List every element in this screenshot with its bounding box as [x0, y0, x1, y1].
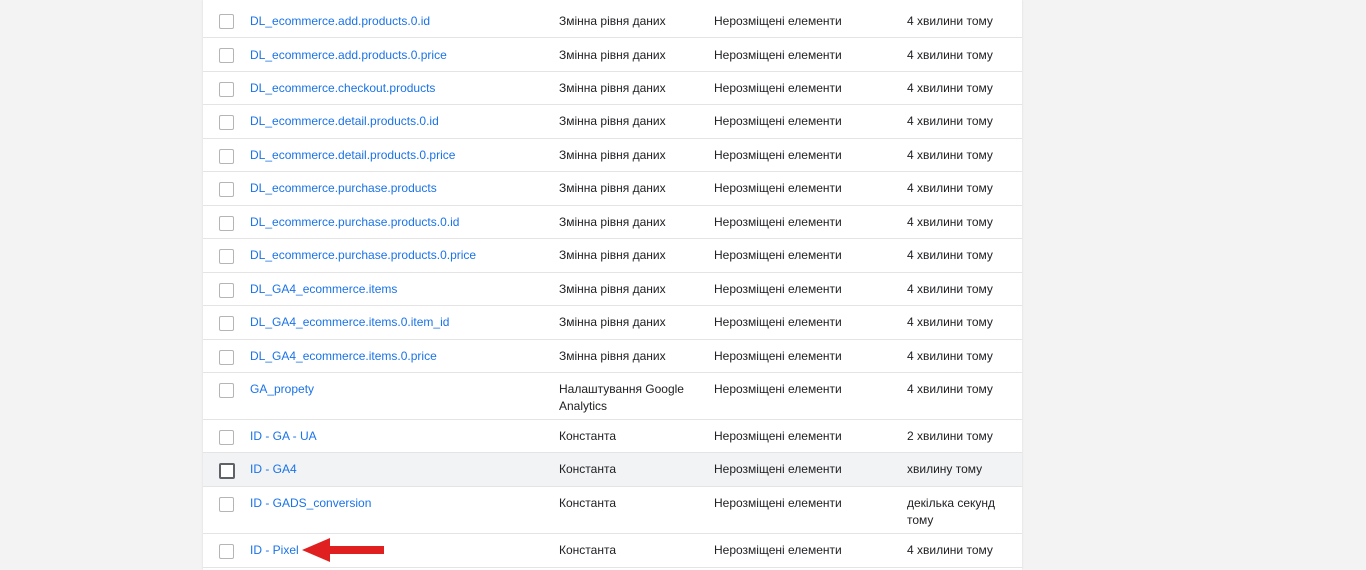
variable-name-link[interactable]: DL_ecommerce.purchase.products — [250, 180, 550, 197]
variable-folder: Нерозміщені елементи — [714, 14, 842, 28]
row-checkbox[interactable] — [219, 216, 234, 231]
row-checkbox[interactable] — [219, 316, 234, 331]
variable-type: Константа — [559, 429, 616, 443]
table-row[interactable]: DL_GA4_ecommerce.items.0.price Змінна рі… — [203, 340, 1022, 373]
variable-folder: Нерозміщені елементи — [714, 148, 842, 162]
table-row[interactable]: DL_ecommerce.purchase.products.0.price З… — [203, 239, 1022, 273]
variable-last-edited: 4 хвилини тому — [907, 215, 993, 229]
variable-name-link[interactable]: DL_ecommerce.add.products.0.id — [250, 13, 550, 30]
variable-folder: Нерозміщені елементи — [714, 181, 842, 195]
variable-folder: Нерозміщені елементи — [714, 462, 842, 476]
variable-folder: Нерозміщені елементи — [714, 349, 842, 363]
variable-folder: Нерозміщені елементи — [714, 81, 842, 95]
table-row[interactable]: DL_GA4_ecommerce.items.0.item_id Змінна … — [203, 306, 1022, 340]
variable-name-link[interactable]: DL_ecommerce.detail.products.0.price — [250, 147, 550, 164]
variable-name-link[interactable]: ID - GADS_conversion — [250, 495, 550, 512]
variable-last-edited: хвилину тому — [907, 462, 983, 476]
variable-name-link[interactable]: ID - GA - UA — [250, 428, 550, 445]
variable-last-edited: 4 хвилини тому — [907, 282, 993, 296]
variable-last-edited: 4 хвилини тому — [907, 543, 993, 557]
table-row[interactable]: DL_ecommerce.checkout.products Змінна рі… — [203, 72, 1022, 105]
row-checkbox[interactable] — [219, 463, 235, 479]
variable-type: Змінна рівня даних — [559, 81, 666, 95]
table-row[interactable]: DL_ecommerce.purchase.products.0.id Змін… — [203, 206, 1022, 239]
variable-last-edited: 2 хвилини тому — [907, 429, 993, 443]
variable-folder: Нерозміщені елементи — [714, 315, 842, 329]
row-checkbox[interactable] — [219, 283, 234, 298]
table-row[interactable]: DL_ecommerce.purchase.products Змінна рі… — [203, 172, 1022, 206]
table-row[interactable]: ID - GADS_conversion Константа Нерозміще… — [203, 487, 1022, 534]
variable-name-link[interactable]: ID - GA4 — [250, 461, 550, 478]
variable-type: Змінна рівня даних — [559, 349, 666, 363]
variable-type: Налаштування Google Analytics — [559, 382, 684, 413]
variable-folder: Нерозміщені елементи — [714, 496, 842, 510]
row-checkbox[interactable] — [219, 350, 234, 365]
variable-type: Змінна рівня даних — [559, 148, 666, 162]
variable-folder: Нерозміщені елементи — [714, 543, 842, 557]
variable-name-link[interactable]: DL_ecommerce.detail.products.0.id — [250, 113, 550, 130]
variable-folder: Нерозміщені елементи — [714, 282, 842, 296]
row-checkbox[interactable] — [219, 383, 234, 398]
table-row[interactable]: DL_ecommerce.detail.products.0.price Змі… — [203, 139, 1022, 172]
table-row[interactable]: ID - GA - UA Константа Нерозміщені елеме… — [203, 420, 1022, 453]
variable-folder: Нерозміщені елементи — [714, 48, 842, 62]
variable-type: Змінна рівня даних — [559, 282, 666, 296]
variable-last-edited: 4 хвилини тому — [907, 315, 993, 329]
variable-name-link[interactable]: DL_ecommerce.add.products.0.price — [250, 47, 550, 64]
variable-last-edited: 4 хвилини тому — [907, 248, 993, 262]
variable-last-edited: 4 хвилини тому — [907, 114, 993, 128]
variable-folder: Нерозміщені елементи — [714, 215, 842, 229]
variable-name-link[interactable]: DL_ecommerce.purchase.products.0.id — [250, 214, 550, 231]
variable-name-link[interactable]: GA_propety — [250, 381, 550, 398]
variable-last-edited: 4 хвилини тому — [907, 14, 993, 28]
row-checkbox[interactable] — [219, 149, 234, 164]
row-checkbox[interactable] — [219, 115, 234, 130]
table-row[interactable]: DL_ecommerce.add.products.0.price Змінна… — [203, 38, 1022, 72]
table-row[interactable]: DL_ecommerce.add.products.0.id Змінна рі… — [203, 4, 1022, 38]
variable-folder: Нерозміщені елементи — [714, 248, 842, 262]
row-checkbox[interactable] — [219, 544, 234, 559]
row-checkbox[interactable] — [219, 497, 234, 512]
variable-type: Змінна рівня даних — [559, 114, 666, 128]
variable-last-edited: 4 хвилини тому — [907, 382, 993, 396]
variable-type: Константа — [559, 496, 616, 510]
variable-last-edited: декілька секунд тому — [907, 496, 996, 527]
row-checkbox[interactable] — [219, 182, 234, 197]
row-checkbox[interactable] — [219, 82, 234, 97]
variable-folder: Нерозміщені елементи — [714, 429, 842, 443]
variable-name-link[interactable]: ID - Pixel — [250, 542, 550, 559]
variable-type: Змінна рівня даних — [559, 181, 666, 195]
variable-last-edited: 4 хвилини тому — [907, 148, 993, 162]
variable-type: Змінна рівня даних — [559, 14, 666, 28]
variable-last-edited: 4 хвилини тому — [907, 81, 993, 95]
variables-table: DL_ecommerce.add.products.0.id Змінна рі… — [203, 0, 1022, 570]
variable-name-link[interactable]: DL_ecommerce.checkout.products — [250, 80, 550, 97]
table-row[interactable]: DL_GA4_ecommerce.items Змінна рівня дани… — [203, 273, 1022, 306]
red-arrow-annotation — [302, 538, 384, 562]
variable-last-edited: 4 хвилини тому — [907, 181, 993, 195]
variable-name-link[interactable]: DL_GA4_ecommerce.items.0.item_id — [250, 314, 550, 331]
variable-type: Змінна рівня даних — [559, 315, 666, 329]
variable-type: Змінна рівня даних — [559, 48, 666, 62]
row-checkbox[interactable] — [219, 430, 234, 445]
variable-type: Константа — [559, 543, 616, 557]
row-checkbox[interactable] — [219, 249, 234, 264]
variable-type: Константа — [559, 462, 616, 476]
variable-last-edited: 4 хвилини тому — [907, 48, 993, 62]
variable-type: Змінна рівня даних — [559, 248, 666, 262]
variable-last-edited: 4 хвилини тому — [907, 349, 993, 363]
table-row[interactable]: DL_ecommerce.detail.products.0.id Змінна… — [203, 105, 1022, 139]
row-checkbox[interactable] — [219, 48, 234, 63]
variable-type: Змінна рівня даних — [559, 215, 666, 229]
variable-name-link[interactable]: DL_GA4_ecommerce.items — [250, 281, 550, 298]
variable-folder: Нерозміщені елементи — [714, 114, 842, 128]
variable-name-link[interactable]: DL_ecommerce.purchase.products.0.price — [250, 247, 550, 264]
variable-folder: Нерозміщені елементи — [714, 382, 842, 396]
table-row[interactable]: ID - GA4 Константа Нерозміщені елементи … — [203, 453, 1022, 487]
variable-name-link[interactable]: DL_GA4_ecommerce.items.0.price — [250, 348, 550, 365]
row-checkbox[interactable] — [219, 14, 234, 29]
table-row[interactable]: GA_propety Налаштування Google Analytics… — [203, 373, 1022, 420]
